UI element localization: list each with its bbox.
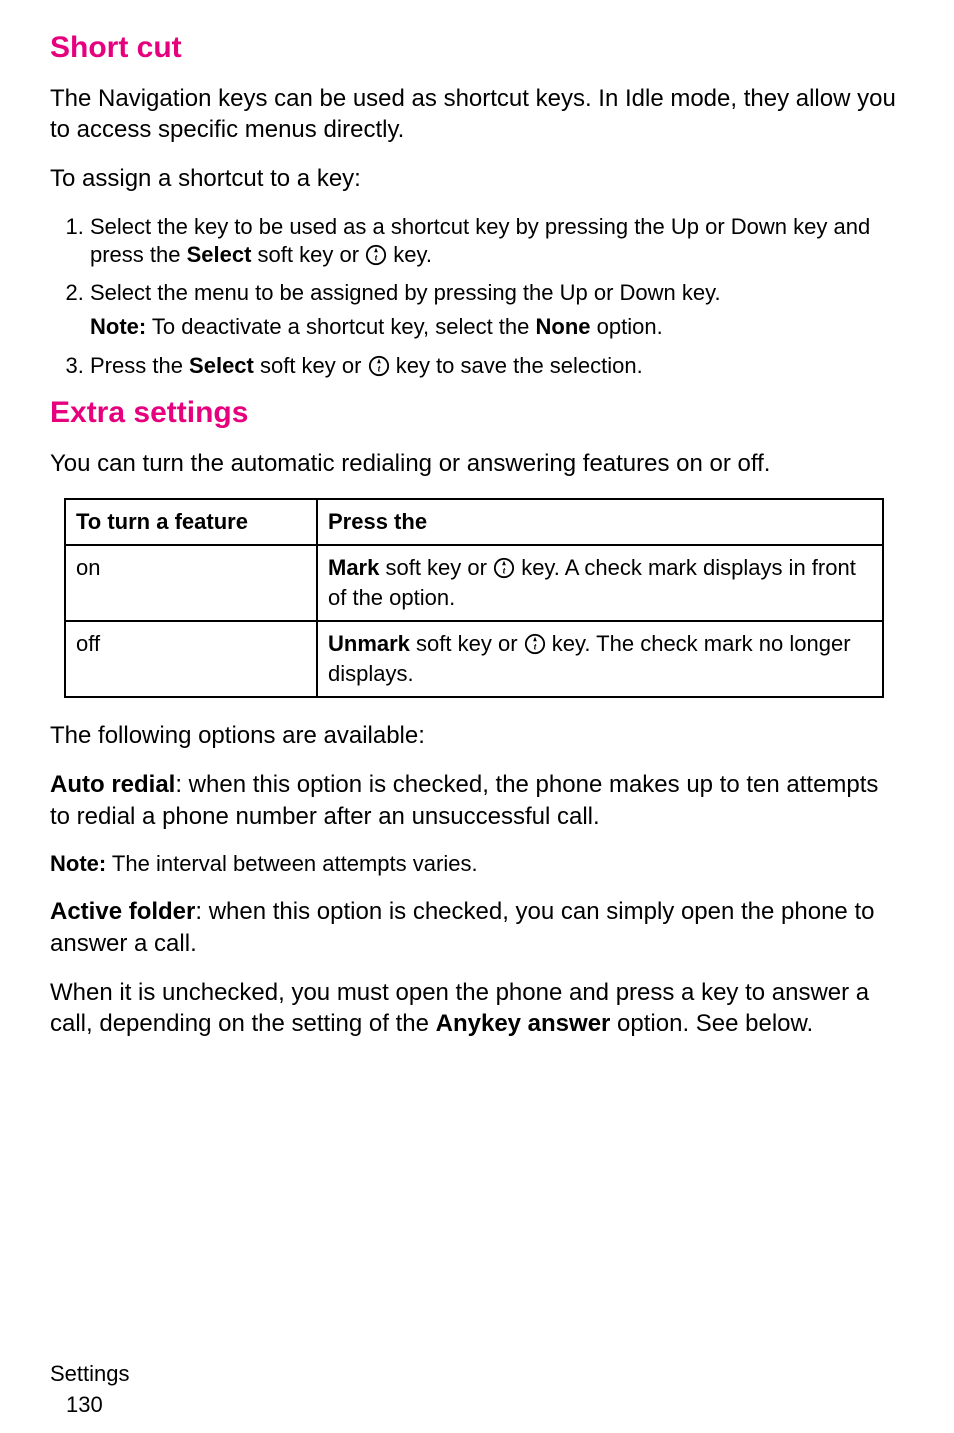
table-header-2: Press the (317, 499, 883, 546)
table-row: on Mark soft key or key. A check mark di… (65, 545, 883, 621)
table-header-1: To turn a feature (65, 499, 317, 546)
text-fragment: key. (387, 242, 432, 267)
page-footer: Settings 130 (50, 1360, 130, 1419)
text-fragment: : when this option is checked, the phone… (50, 771, 878, 829)
select-label: Select (189, 353, 254, 378)
shortcut-intro-1: The Navigation keys can be used as short… (50, 83, 904, 145)
table-cell-off: off (65, 621, 317, 697)
text-fragment: The interval between attempts varies. (106, 851, 477, 876)
extra-settings-intro: You can turn the automatic redialing or … (50, 448, 904, 479)
note-label: Note: (50, 851, 106, 876)
shortcut-note: Note: To deactivate a shortcut key, sele… (90, 313, 904, 342)
text-fragment: soft key or (251, 242, 365, 267)
heading-extra-settings: Extra settings (50, 393, 904, 432)
feature-table: To turn a feature Press the on Mark soft… (64, 498, 884, 699)
text-fragment: option. See below. (610, 1010, 813, 1037)
text-fragment: soft key or (379, 555, 493, 580)
none-label: None (536, 314, 591, 339)
anykey-answer-label: Anykey answer (436, 1010, 611, 1037)
heading-short-cut: Short cut (50, 28, 904, 67)
shortcut-step-1: Select the key to be used as a shortcut … (90, 213, 904, 271)
footer-section: Settings (50, 1361, 130, 1386)
active-folder-label: Active folder (50, 898, 195, 925)
text-fragment: option. (591, 314, 663, 339)
text-fragment: key to save the selection. (390, 353, 643, 378)
table-cell-off-desc: Unmark soft key or key. The check mark n… (317, 621, 883, 697)
text-fragment: soft key or (254, 353, 368, 378)
text-fragment: Select the menu to be assigned by pressi… (90, 280, 721, 305)
active-folder-para: Active folder: when this option is check… (50, 896, 904, 958)
ok-key-icon (365, 242, 387, 271)
auto-redial-para: Auto redial: when this option is checked… (50, 769, 904, 831)
text-fragment: soft key or (410, 631, 524, 656)
shortcut-step-3: Press the Select soft key or key to save… (90, 352, 904, 381)
table-cell-on: on (65, 545, 317, 621)
mark-label: Mark (328, 555, 379, 580)
unchecked-para: When it is unchecked, you must open the … (50, 977, 904, 1039)
ok-key-icon (368, 353, 390, 382)
table-header-row: To turn a feature Press the (65, 499, 883, 546)
ok-key-icon (493, 555, 515, 584)
auto-redial-label: Auto redial (50, 771, 175, 798)
text-fragment: Press the (90, 353, 189, 378)
interval-note: Note: The interval between attempts vari… (50, 850, 904, 879)
shortcut-step-2: Select the menu to be assigned by pressi… (90, 279, 904, 342)
ok-key-icon (524, 631, 546, 660)
unmark-label: Unmark (328, 631, 410, 656)
shortcut-intro-2: To assign a shortcut to a key: (50, 163, 904, 194)
note-label: Note: (90, 314, 146, 339)
options-intro: The following options are available: (50, 720, 904, 751)
page-number: 130 (66, 1391, 130, 1420)
text-fragment: To deactivate a shortcut key, select the (146, 314, 535, 339)
select-label: Select (187, 242, 252, 267)
shortcut-steps-list: Select the key to be used as a shortcut … (50, 213, 904, 382)
table-cell-on-desc: Mark soft key or key. A check mark displ… (317, 545, 883, 621)
table-row: off Unmark soft key or key. The check ma… (65, 621, 883, 697)
